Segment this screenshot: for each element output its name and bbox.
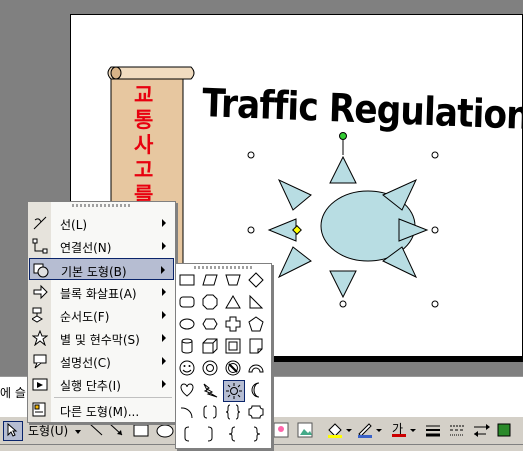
menu-item-flowchart[interactable]: 순서도(F): [29, 304, 174, 326]
menu-grip[interactable]: [72, 204, 132, 207]
menu-item-callouts[interactable]: 설명선(C): [29, 350, 174, 372]
shape-lightning-bolt[interactable]: [200, 380, 222, 402]
shape-no-symbol[interactable]: [223, 358, 245, 380]
shape-double-bracket[interactable]: [200, 402, 222, 424]
shape-smiley-face[interactable]: [177, 358, 199, 380]
dash-style-icon[interactable]: [450, 425, 464, 436]
shape-octagon[interactable]: [200, 292, 222, 314]
shape-right-brace[interactable]: [246, 424, 268, 446]
arrow-pointer-icon: [7, 422, 18, 437]
menu-item-block-arrows[interactable]: 블록 화살표(A): [29, 281, 174, 303]
block-arrows-icon: [33, 284, 48, 300]
shape-cross[interactable]: [223, 314, 245, 336]
autoshapes-button[interactable]: 도형(U): [28, 422, 82, 439]
shape-hexagon[interactable]: [200, 314, 222, 336]
sun-shape[interactable]: [267, 155, 429, 299]
line-style-icon[interactable]: [426, 425, 440, 437]
line-tool-icon: [33, 216, 47, 230]
oval-icon[interactable]: [156, 424, 174, 438]
basic-shapes-icon: [33, 263, 49, 278]
menu-item-action-buttons[interactable]: 실행 단추(I): [29, 373, 174, 395]
shape-can[interactable]: [177, 336, 199, 358]
stars-banners-icon: [32, 330, 48, 346]
pen-icon: [358, 423, 372, 437]
paint-bucket-icon: [328, 423, 342, 437]
scroll-text: 교통사고를: [134, 83, 154, 207]
shape-cube[interactable]: [200, 336, 222, 358]
shape-bevel[interactable]: [223, 336, 245, 358]
shape-parallelogram[interactable]: [200, 270, 222, 292]
shape-trapezoid[interactable]: [223, 270, 245, 292]
rectangle-icon[interactable]: [133, 424, 149, 437]
shape-heart[interactable]: [177, 380, 199, 402]
shape-block-arc[interactable]: [246, 358, 268, 380]
autoshapes-label: 도형(U): [28, 424, 69, 438]
autoshapes-menu: 선(L) 연결선(N) 기본 도형(B) 블록 화살표(A) 순서도(F) 별 …: [27, 201, 176, 423]
select-objects-button[interactable]: [3, 421, 23, 441]
shape-double-brace[interactable]: [223, 402, 245, 424]
submenu-grip[interactable]: [194, 266, 254, 269]
menu-item-connectors[interactable]: 연결선(N): [29, 235, 174, 257]
shape-arc[interactable]: [177, 402, 199, 424]
callouts-icon: [33, 354, 47, 369]
menu-item-lines[interactable]: 선(L): [29, 212, 174, 234]
dropdown-arrow-icon: [75, 429, 82, 434]
font-color-button[interactable]: 가: [390, 420, 418, 440]
shape-left-brace[interactable]: [223, 424, 245, 446]
basic-shapes-submenu: [175, 263, 272, 449]
fill-color-button[interactable]: [326, 421, 354, 439]
shape-rectangle[interactable]: [177, 270, 199, 292]
shape-right-bracket[interactable]: [200, 424, 222, 446]
shadow-style-icon[interactable]: [497, 423, 511, 437]
shape-right-triangle[interactable]: [246, 292, 268, 314]
shape-left-bracket[interactable]: [177, 424, 199, 446]
arrow-style-icon[interactable]: [474, 424, 490, 437]
menu-item-basic-shapes[interactable]: 기본 도형(B): [29, 258, 174, 280]
shape-folded-corner[interactable]: [246, 336, 268, 358]
line-icon[interactable]: [89, 423, 103, 436]
connector-icon: [32, 238, 48, 254]
shape-pentagon[interactable]: [246, 314, 268, 336]
line-style-group[interactable]: [424, 421, 519, 441]
action-buttons-icon: [32, 378, 48, 391]
shape-sun[interactable]: [223, 380, 245, 402]
shape-plaque[interactable]: [246, 402, 268, 424]
menu-item-stars-banners[interactable]: 별 및 현수막(S): [29, 327, 174, 349]
more-shapes-icon: [32, 402, 46, 417]
flowchart-icon: [32, 307, 43, 323]
shape-diamond[interactable]: [246, 270, 268, 292]
insert-tools-group[interactable]: [272, 421, 332, 441]
menu-item-more-autoshapes[interactable]: 다른 도형(M)...: [29, 399, 174, 421]
shape-moon[interactable]: [246, 380, 268, 402]
notes-text: 에 슬: [0, 386, 26, 400]
shape-rounded-rectangle[interactable]: [177, 292, 199, 314]
shape-triangle[interactable]: [223, 292, 245, 314]
shape-oval[interactable]: [177, 314, 199, 336]
line-color-button[interactable]: [356, 421, 384, 439]
shape-donut[interactable]: [200, 358, 222, 380]
